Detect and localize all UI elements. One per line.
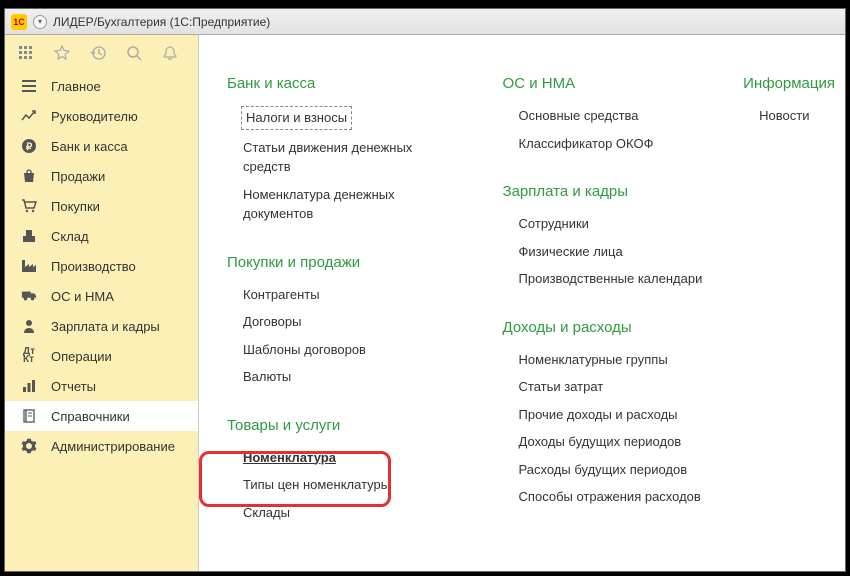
link-cashflow[interactable]: Статьи движения денежных средств: [243, 138, 463, 177]
column-3: Информация Новости: [743, 71, 835, 526]
main-panel: Банк и касса Налоги и взносы Статьи движ…: [199, 35, 845, 571]
sidebar-item-reports[interactable]: Отчеты: [5, 371, 198, 401]
app-window: 1C ▾ ЛИДЕР/Бухгалтерия (1С:Предприятие) …: [4, 8, 846, 572]
menu-label: Продажи: [51, 169, 105, 184]
link-currencies[interactable]: Валюты: [243, 367, 463, 387]
search-icon[interactable]: [125, 44, 143, 62]
sidebar-item-manager[interactable]: Руководителю: [5, 101, 198, 131]
link-contract-templates[interactable]: Шаблоны договоров: [243, 340, 463, 360]
window-title: ЛИДЕР/Бухгалтерия (1С:Предприятие): [53, 15, 270, 29]
section-income[interactable]: Доходы и расходы: [503, 319, 704, 336]
sidebar-item-assets[interactable]: ОС и НМА: [5, 281, 198, 311]
bars-icon: [21, 378, 37, 394]
ruble-icon: ₽: [21, 138, 37, 154]
link-future-expense[interactable]: Расходы будущих периодов: [519, 460, 704, 480]
menu-label: Справочники: [51, 409, 130, 424]
sidebar-item-admin[interactable]: Администрирование: [5, 431, 198, 461]
section-assets[interactable]: ОС и НМА: [503, 75, 704, 92]
section-hr[interactable]: Зарплата и кадры: [503, 183, 704, 200]
column-2: ОС и НМА Основные средства Классификатор…: [503, 71, 704, 526]
bell-icon[interactable]: [161, 44, 179, 62]
columns: Банк и касса Налоги и взносы Статьи движ…: [227, 71, 835, 526]
link-persons[interactable]: Физические лица: [519, 242, 704, 262]
menu-label: Руководителю: [51, 109, 138, 124]
hamburger-icon: [21, 78, 37, 94]
sidebar-menu: Главное Руководителю ₽ Банк и касса Прода…: [5, 71, 198, 571]
star-icon[interactable]: [53, 44, 71, 62]
link-counterparties[interactable]: Контрагенты: [243, 285, 463, 305]
sidebar-item-production[interactable]: Производство: [5, 251, 198, 281]
dtkt-icon: ДтКт: [21, 348, 37, 364]
factory-icon: [21, 258, 37, 274]
sidebar-item-purchases[interactable]: Покупки: [5, 191, 198, 221]
link-warehouses[interactable]: Склады: [243, 503, 463, 523]
menu-label: Зарплата и кадры: [51, 319, 160, 334]
menu-label: Производство: [51, 259, 136, 274]
section-info[interactable]: Информация: [743, 75, 835, 92]
bag-icon: [21, 168, 37, 184]
svg-text:₽: ₽: [26, 142, 33, 153]
sidebar-item-salary[interactable]: Зарплата и кадры: [5, 311, 198, 341]
person-icon: [21, 318, 37, 334]
link-expense-methods[interactable]: Способы отражения расходов: [519, 487, 704, 507]
sidebar-item-operations[interactable]: ДтКт Операции: [5, 341, 198, 371]
menu-label: ОС и НМА: [51, 289, 114, 304]
apps-icon[interactable]: [17, 44, 35, 62]
menu-label: Покупки: [51, 199, 100, 214]
sidebar-toolbar: [5, 35, 198, 71]
cart-icon: [21, 198, 37, 214]
link-nom-groups[interactable]: Номенклатурные группы: [519, 350, 704, 370]
link-contracts[interactable]: Договоры: [243, 312, 463, 332]
section-goods[interactable]: Товары и услуги: [227, 417, 463, 434]
book-icon: [21, 408, 37, 424]
history-icon[interactable]: [89, 44, 107, 62]
window-menu-button[interactable]: ▾: [33, 15, 47, 29]
chart-up-icon: [21, 108, 37, 124]
menu-label: Склад: [51, 229, 89, 244]
app-icon: 1C: [11, 14, 27, 30]
truck-icon: [21, 288, 37, 304]
link-news[interactable]: Новости: [759, 106, 835, 126]
sidebar-item-sales[interactable]: Продажи: [5, 161, 198, 191]
section-trade[interactable]: Покупки и продажи: [227, 254, 463, 271]
menu-label: Главное: [51, 79, 101, 94]
link-taxes[interactable]: Налоги и взносы: [241, 106, 352, 130]
content-area: Главное Руководителю ₽ Банк и касса Прода…: [5, 35, 845, 571]
menu-label: Администрирование: [51, 439, 175, 454]
link-future-income[interactable]: Доходы будущих периодов: [519, 432, 704, 452]
gear-icon: [21, 438, 37, 454]
link-price-types[interactable]: Типы цен номенклатуры: [243, 475, 463, 495]
link-okof[interactable]: Классификатор ОКОФ: [519, 134, 704, 154]
boxes-icon: [21, 228, 37, 244]
link-fixed-assets[interactable]: Основные средства: [519, 106, 704, 126]
link-cost-items[interactable]: Статьи затрат: [519, 377, 704, 397]
sidebar: Главное Руководителю ₽ Банк и касса Прода…: [5, 35, 199, 571]
menu-label: Банк и касса: [51, 139, 128, 154]
sidebar-item-warehouse[interactable]: Склад: [5, 221, 198, 251]
titlebar: 1C ▾ ЛИДЕР/Бухгалтерия (1С:Предприятие): [5, 9, 845, 35]
link-calendars[interactable]: Производственные календари: [519, 269, 704, 289]
sidebar-item-directories[interactable]: Справочники: [5, 401, 198, 431]
link-other-income[interactable]: Прочие доходы и расходы: [519, 405, 704, 425]
column-1: Банк и касса Налоги и взносы Статьи движ…: [227, 71, 463, 526]
link-cashdocs[interactable]: Номенклатура денежных документов: [243, 185, 463, 224]
section-bank[interactable]: Банк и касса: [227, 75, 463, 92]
link-employees[interactable]: Сотрудники: [519, 214, 704, 234]
sidebar-item-bank[interactable]: ₽ Банк и касса: [5, 131, 198, 161]
menu-label: Отчеты: [51, 379, 96, 394]
sidebar-item-main[interactable]: Главное: [5, 71, 198, 101]
menu-label: Операции: [51, 349, 112, 364]
link-nomenclature[interactable]: Номенклатура: [243, 448, 463, 468]
